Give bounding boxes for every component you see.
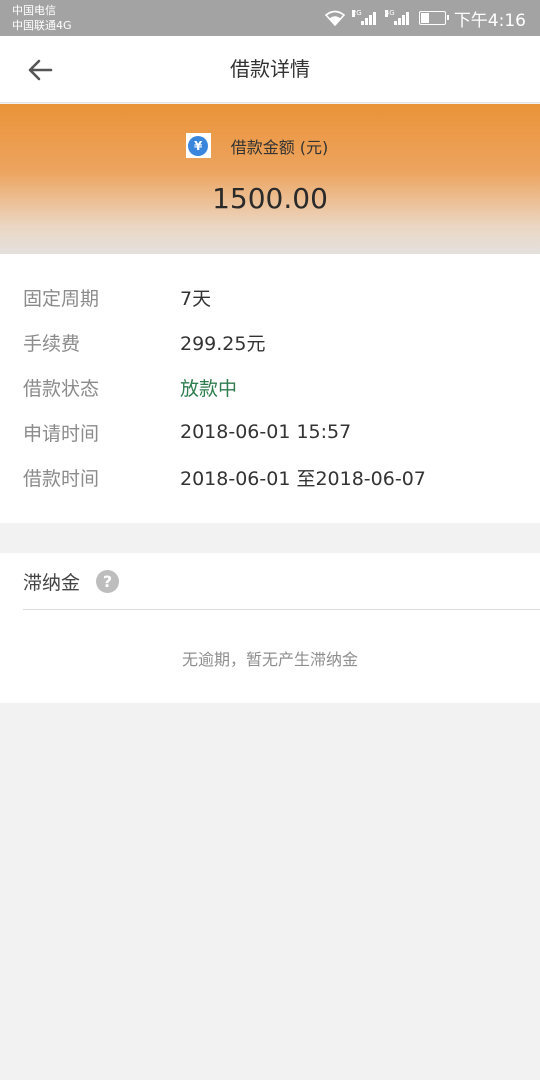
detail-label: 申请时间	[23, 422, 100, 445]
page-title: 借款详情	[230, 57, 310, 81]
late-fee-note: 无逾期，暂无产生滞纳金	[181, 650, 358, 669]
late-fee-header: 滞纳金 ?	[23, 553, 540, 610]
detail-label: 借款时间	[23, 467, 100, 490]
detail-label: 手续费	[23, 332, 81, 355]
detail-row-loan-time: 借款时间 2018-06-01 至2018-06-07	[23, 462, 540, 492]
yen-icon: ¥	[185, 133, 211, 158]
signal-type-tag: 4G	[384, 9, 395, 17]
amount-label: 借款金额 (元)	[230, 137, 329, 157]
question-mark-icon[interactable]: ?	[96, 569, 120, 593]
detail-row-status: 借款状态 放款中	[23, 372, 540, 402]
detail-row-apply-time: 申请时间 2018-06-01 15:57	[23, 417, 540, 447]
amount-label-row: ¥ 借款金额 (元)	[0, 133, 540, 158]
loan-details-card: 固定周期 7天 手续费 299.25元 借款状态 放款中 申请时间 2018-0…	[0, 254, 540, 523]
status-icons: 2G 4G 下午4:16	[324, 0, 526, 36]
amount-value: 1500.00	[212, 182, 328, 215]
amount-banner: ¥ 借款金额 (元) 1500.00	[0, 104, 540, 254]
detail-value: 2018-06-01 至2018-06-07	[180, 467, 426, 490]
detail-label: 借款状态	[23, 377, 100, 400]
detail-label: 固定周期	[23, 287, 100, 310]
battery-level	[420, 13, 429, 23]
detail-value: 299.25元	[180, 332, 266, 355]
carrier-secondary: 中国联通4G	[12, 19, 72, 32]
yen-icon-glyph: ¥	[188, 135, 209, 156]
wifi-icon	[324, 10, 345, 26]
detail-row-period: 固定周期 7天	[23, 282, 540, 312]
late-fee-card: 滞纳金 ? 无逾期，暂无产生滞纳金	[0, 553, 540, 703]
battery-icon	[418, 11, 449, 25]
detail-value: 7天	[180, 287, 212, 310]
signal-strength-icon: 4G	[384, 10, 409, 25]
carrier-primary: 中国电信	[12, 4, 56, 17]
status-time: 下午4:16	[453, 10, 526, 31]
late-fee-title: 滞纳金	[23, 571, 81, 594]
detail-value: 2018-06-01 15:57	[180, 421, 352, 443]
signal-strength-icon: 2G	[351, 10, 376, 25]
nav-bar: 借款详情	[0, 36, 540, 103]
loan-status-value: 放款中	[180, 377, 238, 400]
signal-type-tag: 2G	[351, 9, 362, 17]
status-bar: 中国电信 中国联通4G 2G 4G 下午4:16	[0, 0, 540, 36]
detail-row-fee: 手续费 299.25元	[23, 327, 540, 357]
